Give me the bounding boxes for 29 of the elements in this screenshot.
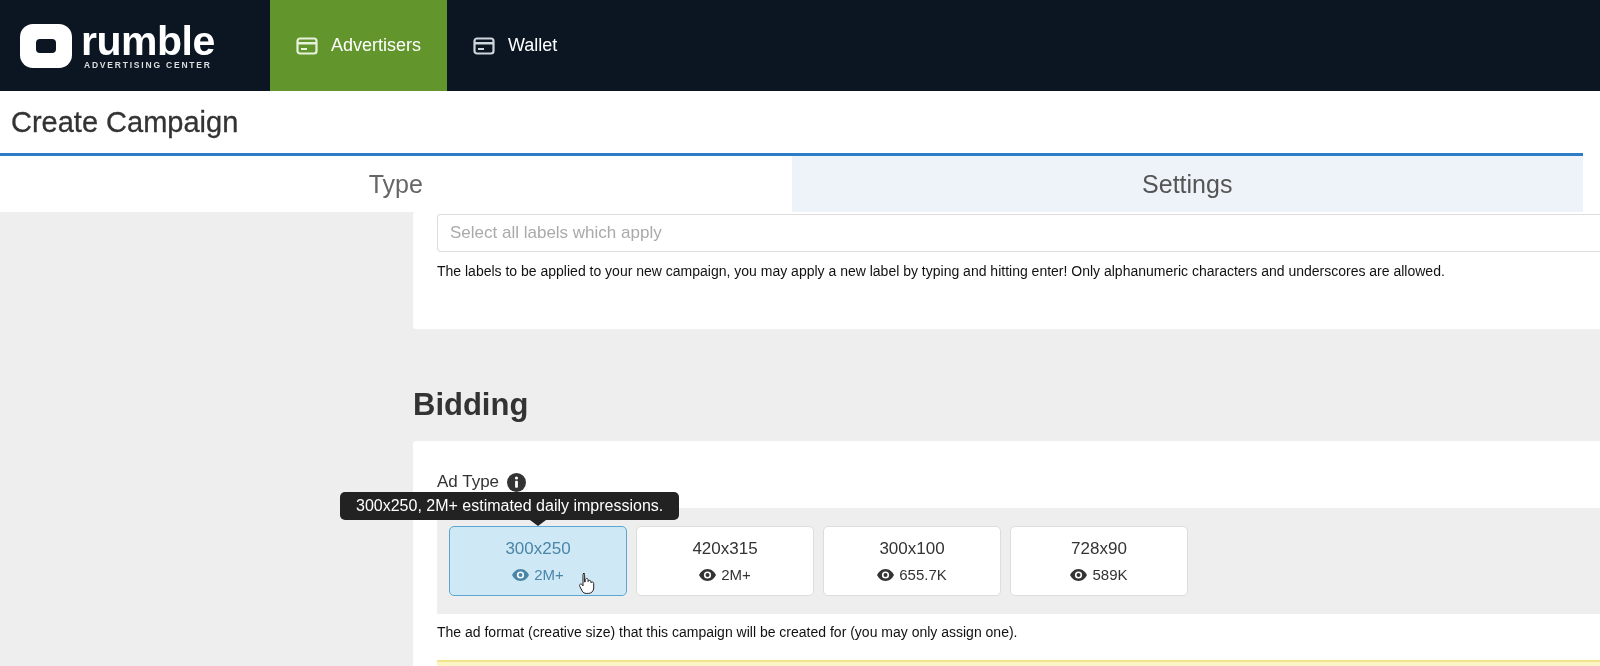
field-label: Ad Type — [437, 472, 500, 492]
tooltip: 300x250, 2M+ estimated daily impressions. — [340, 492, 680, 520]
info-icon[interactable] — [507, 472, 527, 492]
section-heading: Bidding — [413, 386, 530, 424]
eye-icon — [1070, 568, 1088, 581]
ad-size-option[interactable]: 420x315 2M+ — [636, 526, 814, 596]
eye-icon — [877, 568, 895, 581]
eye-icon — [699, 568, 717, 581]
impressions-estimate: 589K — [1070, 566, 1128, 583]
page-title: Create Campaign — [10, 104, 240, 140]
ad-type-help-text: The ad format (creative size) that this campaign will be created for (you may only assign one). — [437, 624, 1019, 640]
logo-tagline: ADVERTISING CENTER — [83, 59, 212, 70]
logo-wordmark: rumble — [81, 21, 215, 60]
ad-size-option[interactable]: 300x100 655.7K — [823, 526, 1001, 596]
impressions-estimate: 2M+ — [699, 566, 751, 583]
nav-tab[interactable]: Advertisers — [270, 0, 448, 91]
labels-help-text: The labels to be applied to your new campaign, you may apply a new label by typing and hitting enter! Only alphanumeric characters and underscores are allowed. — [437, 263, 1446, 279]
impressions-estimate: 655.7K — [877, 566, 947, 583]
labels-input-field[interactable]: Select all labels which apply — [437, 214, 1600, 252]
hand-cursor-icon — [579, 572, 595, 594]
credit-card-icon — [473, 36, 496, 55]
logo-icon — [20, 23, 72, 68]
nav-tab[interactable]: Wallet — [447, 0, 584, 91]
logo[interactable]: rumble ADVERTISING CENTER — [0, 0, 270, 91]
impressions-estimate: 2M+ — [512, 566, 564, 583]
ad-size-option[interactable]: 728x90 589K — [1010, 526, 1188, 596]
credit-card-icon — [296, 36, 318, 55]
eye-icon — [512, 568, 530, 581]
step-tab[interactable]: Settings — [791, 156, 1583, 212]
